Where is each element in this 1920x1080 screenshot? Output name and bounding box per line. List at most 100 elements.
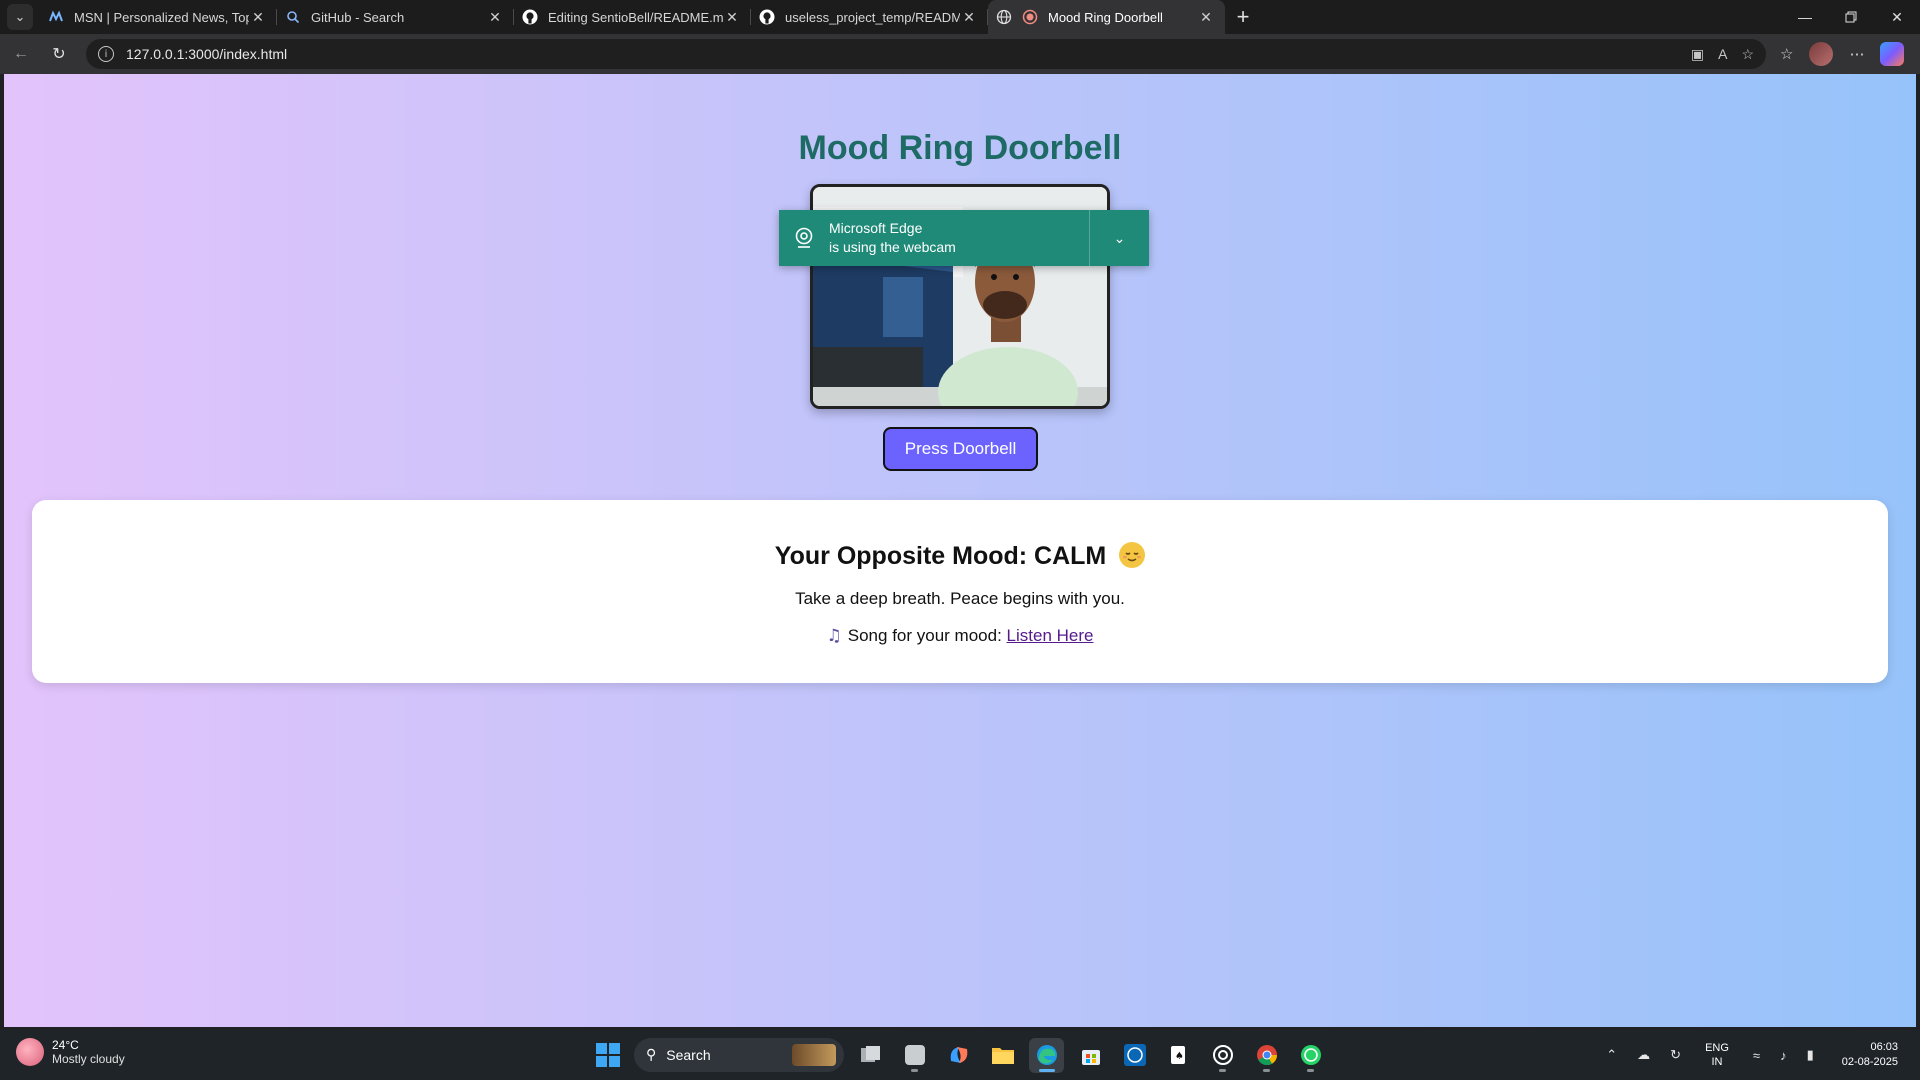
minimize-icon[interactable]: — [1782, 0, 1828, 34]
site-info-icon[interactable]: i [98, 46, 114, 62]
edge-browser-icon[interactable] [1029, 1037, 1064, 1073]
restore-icon[interactable] [1828, 0, 1874, 34]
tab-title: useless_project_temp/README.m [785, 9, 960, 25]
mood-heading: Your Opposite Mood: CALM [32, 542, 1888, 571]
song-line: ♫ Song for your mood: Listen Here [32, 626, 1888, 646]
tab-actions-menu[interactable]: ⌄ [0, 0, 40, 34]
browser-toolbar: ← ↻ i 127.0.0.1:3000/index.html ▣ A ☆ ☆ … [0, 34, 1920, 74]
relieved-face-icon [1119, 542, 1146, 568]
windows-logo-icon [595, 1043, 620, 1067]
press-doorbell-button[interactable]: Press Doorbell [883, 427, 1038, 471]
weather-condition: Mostly cloudy [52, 1052, 125, 1066]
close-icon[interactable]: ✕ [486, 9, 504, 26]
close-icon[interactable]: ✕ [1197, 9, 1215, 26]
dell-app-icon[interactable] [1117, 1038, 1152, 1073]
clock-date: 02-08-2025 [1841, 1056, 1898, 1068]
clock-time: 06:03 [1870, 1041, 1898, 1053]
battery-icon[interactable]: ▮ [1807, 1047, 1814, 1063]
camera-in-use-icon[interactable]: ▣ [1691, 46, 1704, 63]
favorites-icon[interactable]: ☆ [1780, 45, 1793, 63]
solitaire-icon[interactable]: ♠ [1161, 1038, 1196, 1073]
show-hidden-icons-icon[interactable]: ⌃ [1606, 1047, 1617, 1063]
close-window-icon[interactable]: ✕ [1874, 0, 1920, 34]
chrome-icon[interactable] [1249, 1038, 1284, 1073]
new-tab-button[interactable]: + [1225, 0, 1261, 34]
tab-mood-ring-doorbell[interactable]: Mood Ring Doorbell ✕ [988, 0, 1225, 34]
weather-icon [16, 1038, 44, 1066]
chevron-down-icon: ⌄ [7, 4, 33, 30]
msn-icon [48, 9, 64, 25]
globe-icon [996, 9, 1012, 25]
tab-useless-project[interactable]: useless_project_temp/README.m ✕ [751, 0, 988, 34]
tab-strip: ⌄ MSN | Personalized News, Top He ✕ GitH… [0, 0, 1920, 34]
task-view-icon[interactable] [853, 1038, 888, 1073]
recording-indicator-icon [1022, 9, 1038, 25]
favorite-star-icon[interactable]: ☆ [1741, 46, 1754, 63]
sync-icon[interactable]: ↻ [1670, 1047, 1681, 1063]
mood-heading-text: Your Opposite Mood: CALM [774, 542, 1107, 570]
tab-editing-readme[interactable]: Editing SentioBell/README.md at ✕ [514, 0, 751, 34]
chatgpt-icon[interactable] [1205, 1038, 1240, 1073]
weather-text: 24°C Mostly cloudy [52, 1038, 125, 1066]
widgets-app-icon[interactable] [897, 1038, 932, 1073]
close-icon[interactable]: ✕ [723, 9, 741, 26]
taskbar-search[interactable]: ⚲ Search [634, 1038, 844, 1072]
language-indicator[interactable]: ENG IN [1705, 1041, 1729, 1069]
listen-here-link[interactable]: Listen Here [1007, 626, 1094, 645]
running-indicator [1307, 1068, 1314, 1072]
tab-title: GitHub - Search [311, 9, 405, 25]
tab-github-search[interactable]: GitHub - Search ✕ [277, 0, 514, 34]
copilot-icon[interactable] [1880, 42, 1905, 66]
whatsapp-icon[interactable] [1293, 1038, 1328, 1073]
system-tray: ⌃ ☁ ↻ ENG IN ≈ ♪ ▮ 06:03 02-08-2025 [1596, 1030, 1920, 1080]
more-options-icon[interactable]: ⋯ [1849, 45, 1864, 63]
tab-msn[interactable]: MSN | Personalized News, Top He ✕ [40, 0, 277, 34]
clock[interactable]: 06:03 02-08-2025 [1842, 1040, 1898, 1070]
refresh-icon[interactable]: ↻ [42, 37, 76, 71]
search-icon: ⚲ [646, 1047, 657, 1063]
back-icon[interactable]: ← [4, 37, 38, 71]
copilot-taskbar-icon[interactable] [941, 1038, 976, 1073]
start-button[interactable] [590, 1038, 625, 1073]
weather-widget[interactable]: 24°C Mostly cloudy [16, 1038, 125, 1066]
address-url: 127.0.0.1:3000/index.html [126, 46, 288, 62]
running-indicator [1219, 1068, 1226, 1072]
onedrive-icon[interactable]: ☁ [1637, 1047, 1650, 1063]
taskbar-apps: ⚲ Search ♠ [590, 1035, 1328, 1075]
webcam-notice-line2: is using the webcam [829, 239, 956, 255]
webcam-notice-text: Microsoft Edge is using the webcam [829, 219, 1089, 257]
close-icon[interactable]: ✕ [249, 9, 267, 26]
running-indicator [1263, 1068, 1270, 1072]
running-indicator [1039, 1068, 1055, 1072]
webcam-in-use-notification[interactable]: Microsoft Edge is using the webcam ⌄ [779, 210, 1149, 266]
tab-title: Mood Ring Doorbell [1048, 9, 1163, 25]
tab-title: Editing SentioBell/README.md at [548, 9, 723, 25]
address-bar[interactable]: i 127.0.0.1:3000/index.html ▣ A ☆ [86, 39, 1766, 69]
profile-avatar[interactable] [1809, 42, 1834, 66]
chevron-down-icon[interactable]: ⌄ [1089, 210, 1149, 266]
windows-taskbar: 24°C Mostly cloudy ⚲ Search ♠ ⌃ ☁ ↻ ENG … [0, 1030, 1920, 1080]
taskbar-search-label: Search [666, 1047, 711, 1063]
language-code: ENG [1705, 1042, 1729, 1054]
webcam-notice-line1: Microsoft Edge [829, 220, 923, 236]
file-explorer-icon[interactable] [985, 1038, 1020, 1073]
region-code: IN [1711, 1056, 1723, 1068]
wifi-icon[interactable]: ≈ [1753, 1048, 1760, 1063]
page-viewport: Mood Ring Doorbell Microsoft Edge is usi… [4, 74, 1916, 1027]
mood-message: Take a deep breath. Peace begins with yo… [795, 589, 1125, 608]
mood-result-card: Your Opposite Mood: CALM Take a deep bre… [32, 500, 1888, 683]
search-icon [285, 9, 301, 25]
weather-temperature: 24°C [52, 1038, 79, 1052]
omnibox-actions: ▣ A ☆ [1691, 46, 1754, 63]
song-prefix: Song for your mood: [847, 626, 1002, 645]
page-title: Mood Ring Doorbell [798, 129, 1122, 167]
github-icon [759, 9, 775, 25]
webcam-icon [779, 227, 829, 249]
microsoft-store-icon[interactable] [1073, 1038, 1108, 1073]
read-aloud-icon[interactable]: A [1718, 46, 1727, 63]
github-icon [522, 9, 538, 25]
tab-title: MSN | Personalized News, Top He [74, 9, 249, 25]
volume-icon[interactable]: ♪ [1780, 1048, 1787, 1063]
window-controls: — ✕ [1782, 0, 1920, 34]
close-icon[interactable]: ✕ [960, 9, 978, 26]
